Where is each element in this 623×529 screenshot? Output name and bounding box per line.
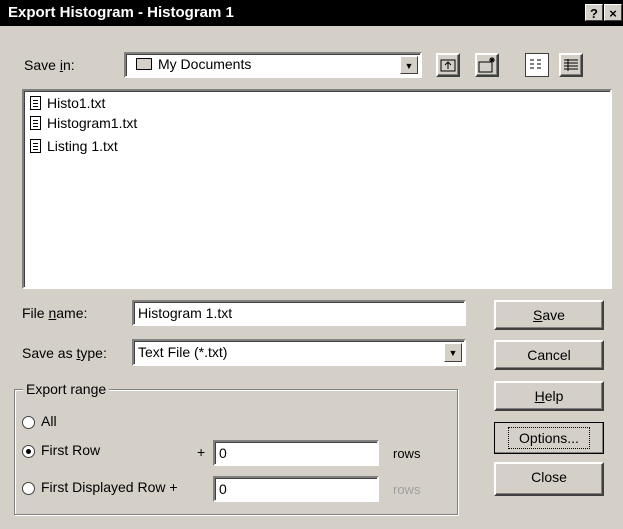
radio-selected-dot bbox=[26, 449, 31, 454]
radio-first-displayed-row-label: First Displayed Row + bbox=[41, 479, 178, 495]
export-range-label: Export range bbox=[23, 381, 110, 397]
file-list[interactable]: Histo1.txt Histogram1.txt Listing 1.txt bbox=[22, 89, 612, 289]
radio-first-row-label: First Row bbox=[41, 442, 101, 458]
plus-label: + bbox=[197, 444, 206, 460]
chevron-down-icon[interactable]: ▼ bbox=[400, 56, 418, 74]
folder-icon bbox=[136, 58, 152, 70]
list-item[interactable]: Histo1.txt bbox=[30, 93, 105, 113]
rows-unit-label-disabled: rows bbox=[393, 482, 421, 497]
title-bar: Export Histogram - Histogram 1 ? × bbox=[0, 0, 623, 26]
window-title: Export Histogram - Histogram 1 bbox=[8, 4, 234, 21]
save-in-label: Save in: bbox=[24, 57, 75, 73]
first-displayed-row-input[interactable]: 0 bbox=[213, 476, 379, 502]
help-title-button[interactable]: ? bbox=[585, 4, 603, 21]
close-button[interactable]: Close bbox=[494, 462, 604, 496]
new-folder-icon[interactable] bbox=[475, 53, 499, 77]
text-file-icon bbox=[30, 116, 41, 130]
save-as-type-value: Text File (*.txt) bbox=[138, 344, 228, 360]
list-view-icon[interactable] bbox=[525, 53, 549, 77]
first-row-input[interactable]: 0 bbox=[213, 440, 379, 466]
text-file-icon bbox=[30, 139, 41, 153]
radio-all[interactable] bbox=[22, 416, 35, 429]
save-in-value: My Documents bbox=[158, 56, 252, 72]
chevron-down-icon[interactable]: ▼ bbox=[444, 343, 462, 362]
file-name-label: File name: bbox=[22, 305, 88, 321]
save-button[interactable]: Save bbox=[494, 300, 604, 330]
list-item[interactable]: Listing 1.txt bbox=[30, 136, 118, 156]
rows-unit-label: rows bbox=[393, 446, 421, 461]
radio-all-label: All bbox=[41, 413, 57, 429]
radio-first-row[interactable] bbox=[22, 445, 35, 458]
cancel-button[interactable]: Cancel bbox=[494, 340, 604, 370]
export-range-group: Export range All First Row + 0 rows Firs… bbox=[14, 381, 458, 515]
save-in-dropdown[interactable]: My Documents ▼ bbox=[124, 52, 422, 78]
radio-first-displayed-row[interactable] bbox=[22, 482, 35, 495]
up-folder-icon[interactable] bbox=[436, 53, 460, 77]
options-button[interactable]: Options... bbox=[494, 422, 604, 454]
file-name-input[interactable]: Histogram 1.txt bbox=[132, 300, 466, 326]
close-title-button[interactable]: × bbox=[604, 4, 622, 21]
save-as-type-dropdown[interactable]: Text File (*.txt) ▼ bbox=[132, 339, 466, 366]
save-as-type-label: Save as type: bbox=[22, 345, 107, 361]
list-item[interactable]: Histogram1.txt bbox=[30, 113, 137, 133]
help-button[interactable]: Help bbox=[494, 381, 604, 411]
details-view-icon[interactable] bbox=[559, 53, 583, 77]
text-file-icon bbox=[30, 96, 41, 110]
